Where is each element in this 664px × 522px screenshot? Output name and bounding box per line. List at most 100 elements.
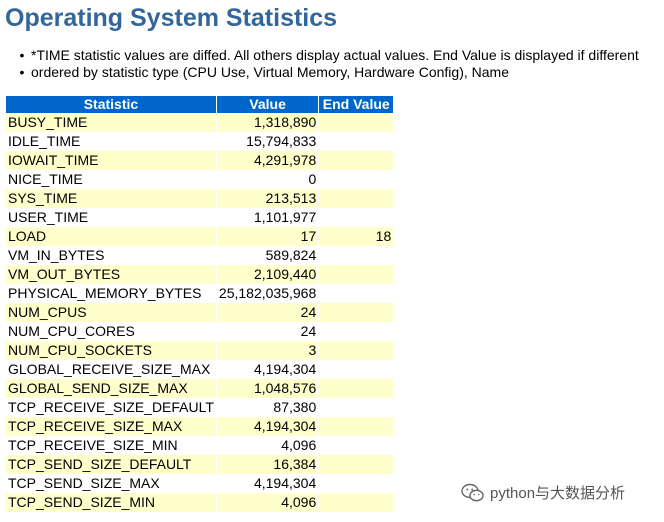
statistic-value-cell: 0 [216, 170, 319, 189]
statistic-end-value-cell [319, 246, 394, 265]
note-item: • ordered by statistic type (CPU Use, Vi… [20, 64, 639, 81]
statistic-name-cell: SYS_TIME [6, 189, 216, 208]
table-row: SYS_TIME 213,513 [6, 189, 394, 208]
statistic-name-cell: NUM_CPU_CORES [6, 322, 216, 341]
statistic-end-value-cell [319, 455, 394, 474]
statistic-name-cell: BUSY_TIME [6, 113, 216, 132]
statistic-end-value-cell [319, 303, 394, 322]
statistic-name-cell: USER_TIME [6, 208, 216, 227]
statistic-end-value-cell [319, 493, 394, 512]
table-row: PHYSICAL_MEMORY_BYTES 25,182,035,968 [6, 284, 394, 303]
statistic-end-value-cell [319, 398, 394, 417]
table-row: TCP_RECEIVE_SIZE_MAX 4,194,304 [6, 417, 394, 436]
column-header-statistic[interactable]: Statistic [6, 96, 216, 113]
statistic-end-value-cell [319, 170, 394, 189]
statistic-value-cell: 24 [216, 322, 319, 341]
table-row: NUM_CPU_CORES 24 [6, 322, 394, 341]
table-row: NUM_CPUS 24 [6, 303, 394, 322]
statistic-value-cell: 24 [216, 303, 319, 322]
bullet-icon: • [19, 47, 25, 63]
statistic-end-value-cell [319, 436, 394, 455]
watermark: python与大数据分析 [461, 482, 625, 503]
statistic-name-cell: TCP_RECEIVE_SIZE_MIN [6, 436, 216, 455]
table-row: TCP_RECEIVE_SIZE_MIN 4,096 [6, 436, 394, 455]
statistic-value-cell: 3 [216, 341, 319, 360]
statistic-name-cell: IDLE_TIME [6, 132, 216, 151]
wechat-icon [461, 483, 485, 503]
statistic-name-cell: NUM_CPU_SOCKETS [6, 341, 216, 360]
table-row: TCP_SEND_SIZE_MIN 4,096 [6, 493, 394, 512]
statistic-value-cell: 1,318,890 [216, 113, 319, 132]
statistic-name-cell: LOAD [6, 227, 216, 246]
statistic-value-cell: 15,794,833 [216, 132, 319, 151]
statistic-end-value-cell [319, 474, 394, 493]
statistic-value-cell: 589,824 [216, 246, 319, 265]
statistic-value-cell: 4,194,304 [216, 417, 319, 436]
watermark-text: python与大数据分析 [490, 485, 626, 502]
table-row: NUM_CPU_SOCKETS 3 [6, 341, 394, 360]
statistic-end-value-cell [319, 113, 394, 132]
statistic-name-cell: TCP_SEND_SIZE_DEFAULT [6, 455, 216, 474]
statistic-value-cell: 213,513 [216, 189, 319, 208]
notes-list: • *TIME statistic values are diffed. All… [20, 47, 639, 81]
statistic-value-cell: 25,182,035,968 [216, 284, 319, 303]
statistic-end-value-cell [319, 379, 394, 398]
statistic-value-cell: 17 [216, 227, 319, 246]
note-text: *TIME statistic values are diffed. All o… [31, 47, 639, 63]
statistic-value-cell: 2,109,440 [216, 265, 319, 284]
statistic-end-value-cell [319, 417, 394, 436]
statistic-name-cell: TCP_RECEIVE_SIZE_DEFAULT [6, 398, 216, 417]
table-row: TCP_RECEIVE_SIZE_DEFAULT 87,380 [6, 398, 394, 417]
statistic-value-cell: 16,384 [216, 455, 319, 474]
statistic-end-value-cell [319, 341, 394, 360]
table-row: GLOBAL_SEND_SIZE_MAX 1,048,576 [6, 379, 394, 398]
statistic-value-cell: 1,048,576 [216, 379, 319, 398]
table-row: VM_OUT_BYTES 2,109,440 [6, 265, 394, 284]
statistic-end-value-cell [319, 189, 394, 208]
statistic-end-value-cell [319, 360, 394, 379]
statistic-name-cell: GLOBAL_RECEIVE_SIZE_MAX [6, 360, 216, 379]
statistic-end-value-cell [319, 132, 394, 151]
statistic-value-cell: 4,194,304 [216, 360, 319, 379]
statistic-name-cell: VM_OUT_BYTES [6, 265, 216, 284]
statistic-end-value-cell: 18 [319, 227, 394, 246]
statistic-end-value-cell [319, 322, 394, 341]
column-header-value[interactable]: Value [216, 96, 319, 113]
statistic-name-cell: GLOBAL_SEND_SIZE_MAX [6, 379, 216, 398]
statistic-name-cell: VM_IN_BYTES [6, 246, 216, 265]
table-row: GLOBAL_RECEIVE_SIZE_MAX 4,194,304 [6, 360, 394, 379]
table-row: TCP_SEND_SIZE_MAX 4,194,304 [6, 474, 394, 493]
note-text: ordered by statistic type (CPU Use, Virt… [31, 64, 509, 80]
statistic-value-cell: 4,291,978 [216, 151, 319, 170]
statistic-value-cell: 1,101,977 [216, 208, 319, 227]
statistic-end-value-cell [319, 208, 394, 227]
statistic-name-cell: NUM_CPUS [6, 303, 216, 322]
bullet-icon: • [19, 64, 25, 80]
statistic-value-cell: 4,194,304 [216, 474, 319, 493]
table-body: BUSY_TIME 1,318,890 IDLE_TIME 15,794,833 IOW… [6, 113, 394, 512]
statistic-value-cell: 4,096 [216, 493, 319, 512]
statistic-value-cell: 4,096 [216, 436, 319, 455]
table-row: NICE_TIME 0 [6, 170, 394, 189]
statistic-name-cell: PHYSICAL_MEMORY_BYTES [6, 284, 216, 303]
table-row: IOWAIT_TIME 4,291,978 [6, 151, 394, 170]
table-row: VM_IN_BYTES 589,824 [6, 246, 394, 265]
statistic-value-cell: 87,380 [216, 398, 319, 417]
table-header-row: Statistic Value End Value [6, 96, 394, 113]
table-row: IDLE_TIME 15,794,833 [6, 132, 394, 151]
statistic-end-value-cell [319, 265, 394, 284]
page-title: Operating System Statistics [5, 4, 338, 32]
column-header-end-value[interactable]: End Value [319, 96, 394, 113]
table-row: LOAD 17 18 [6, 227, 394, 246]
statistic-name-cell: IOWAIT_TIME [6, 151, 216, 170]
statistic-end-value-cell [319, 284, 394, 303]
statistic-name-cell: NICE_TIME [6, 170, 216, 189]
statistic-end-value-cell [319, 151, 394, 170]
os-statistics-table: Statistic Value End Value BUSY_TIME 1,318… [5, 96, 394, 512]
table-row: TCP_SEND_SIZE_DEFAULT 16,384 [6, 455, 394, 474]
statistic-name-cell: TCP_SEND_SIZE_MIN [6, 493, 216, 512]
note-item: • *TIME statistic values are diffed. All… [20, 47, 639, 64]
statistic-name-cell: TCP_RECEIVE_SIZE_MAX [6, 417, 216, 436]
statistic-name-cell: TCP_SEND_SIZE_MAX [6, 474, 216, 493]
table-row: BUSY_TIME 1,318,890 [6, 113, 394, 132]
